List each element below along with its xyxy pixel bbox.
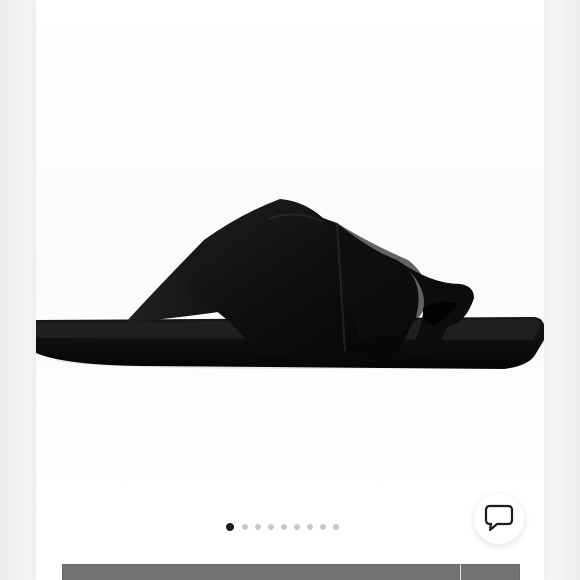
gallery-dot-8[interactable]: [320, 524, 326, 530]
primary-action-button[interactable]: [62, 564, 460, 580]
sandal-image: [36, 199, 544, 369]
gallery-dots: [226, 523, 339, 531]
gallery-dot-3[interactable]: [255, 524, 261, 530]
action-buttons: [62, 564, 520, 580]
gallery-dot-5[interactable]: [281, 524, 287, 530]
gallery-dot-6[interactable]: [294, 524, 300, 530]
secondary-action-button[interactable]: [460, 564, 520, 580]
gallery-dot-2[interactable]: [242, 524, 248, 530]
chat-button[interactable]: [474, 494, 524, 544]
bottom-bar: [36, 494, 544, 580]
gallery-dot-7[interactable]: [307, 524, 313, 530]
gallery-dot-1[interactable]: [226, 523, 234, 531]
gallery-dot-4[interactable]: [268, 524, 274, 530]
chat-bubble-icon: [484, 504, 514, 532]
product-image[interactable]: [36, 0, 544, 500]
gallery-dot-9[interactable]: [333, 524, 339, 530]
product-page: [0, 0, 580, 580]
